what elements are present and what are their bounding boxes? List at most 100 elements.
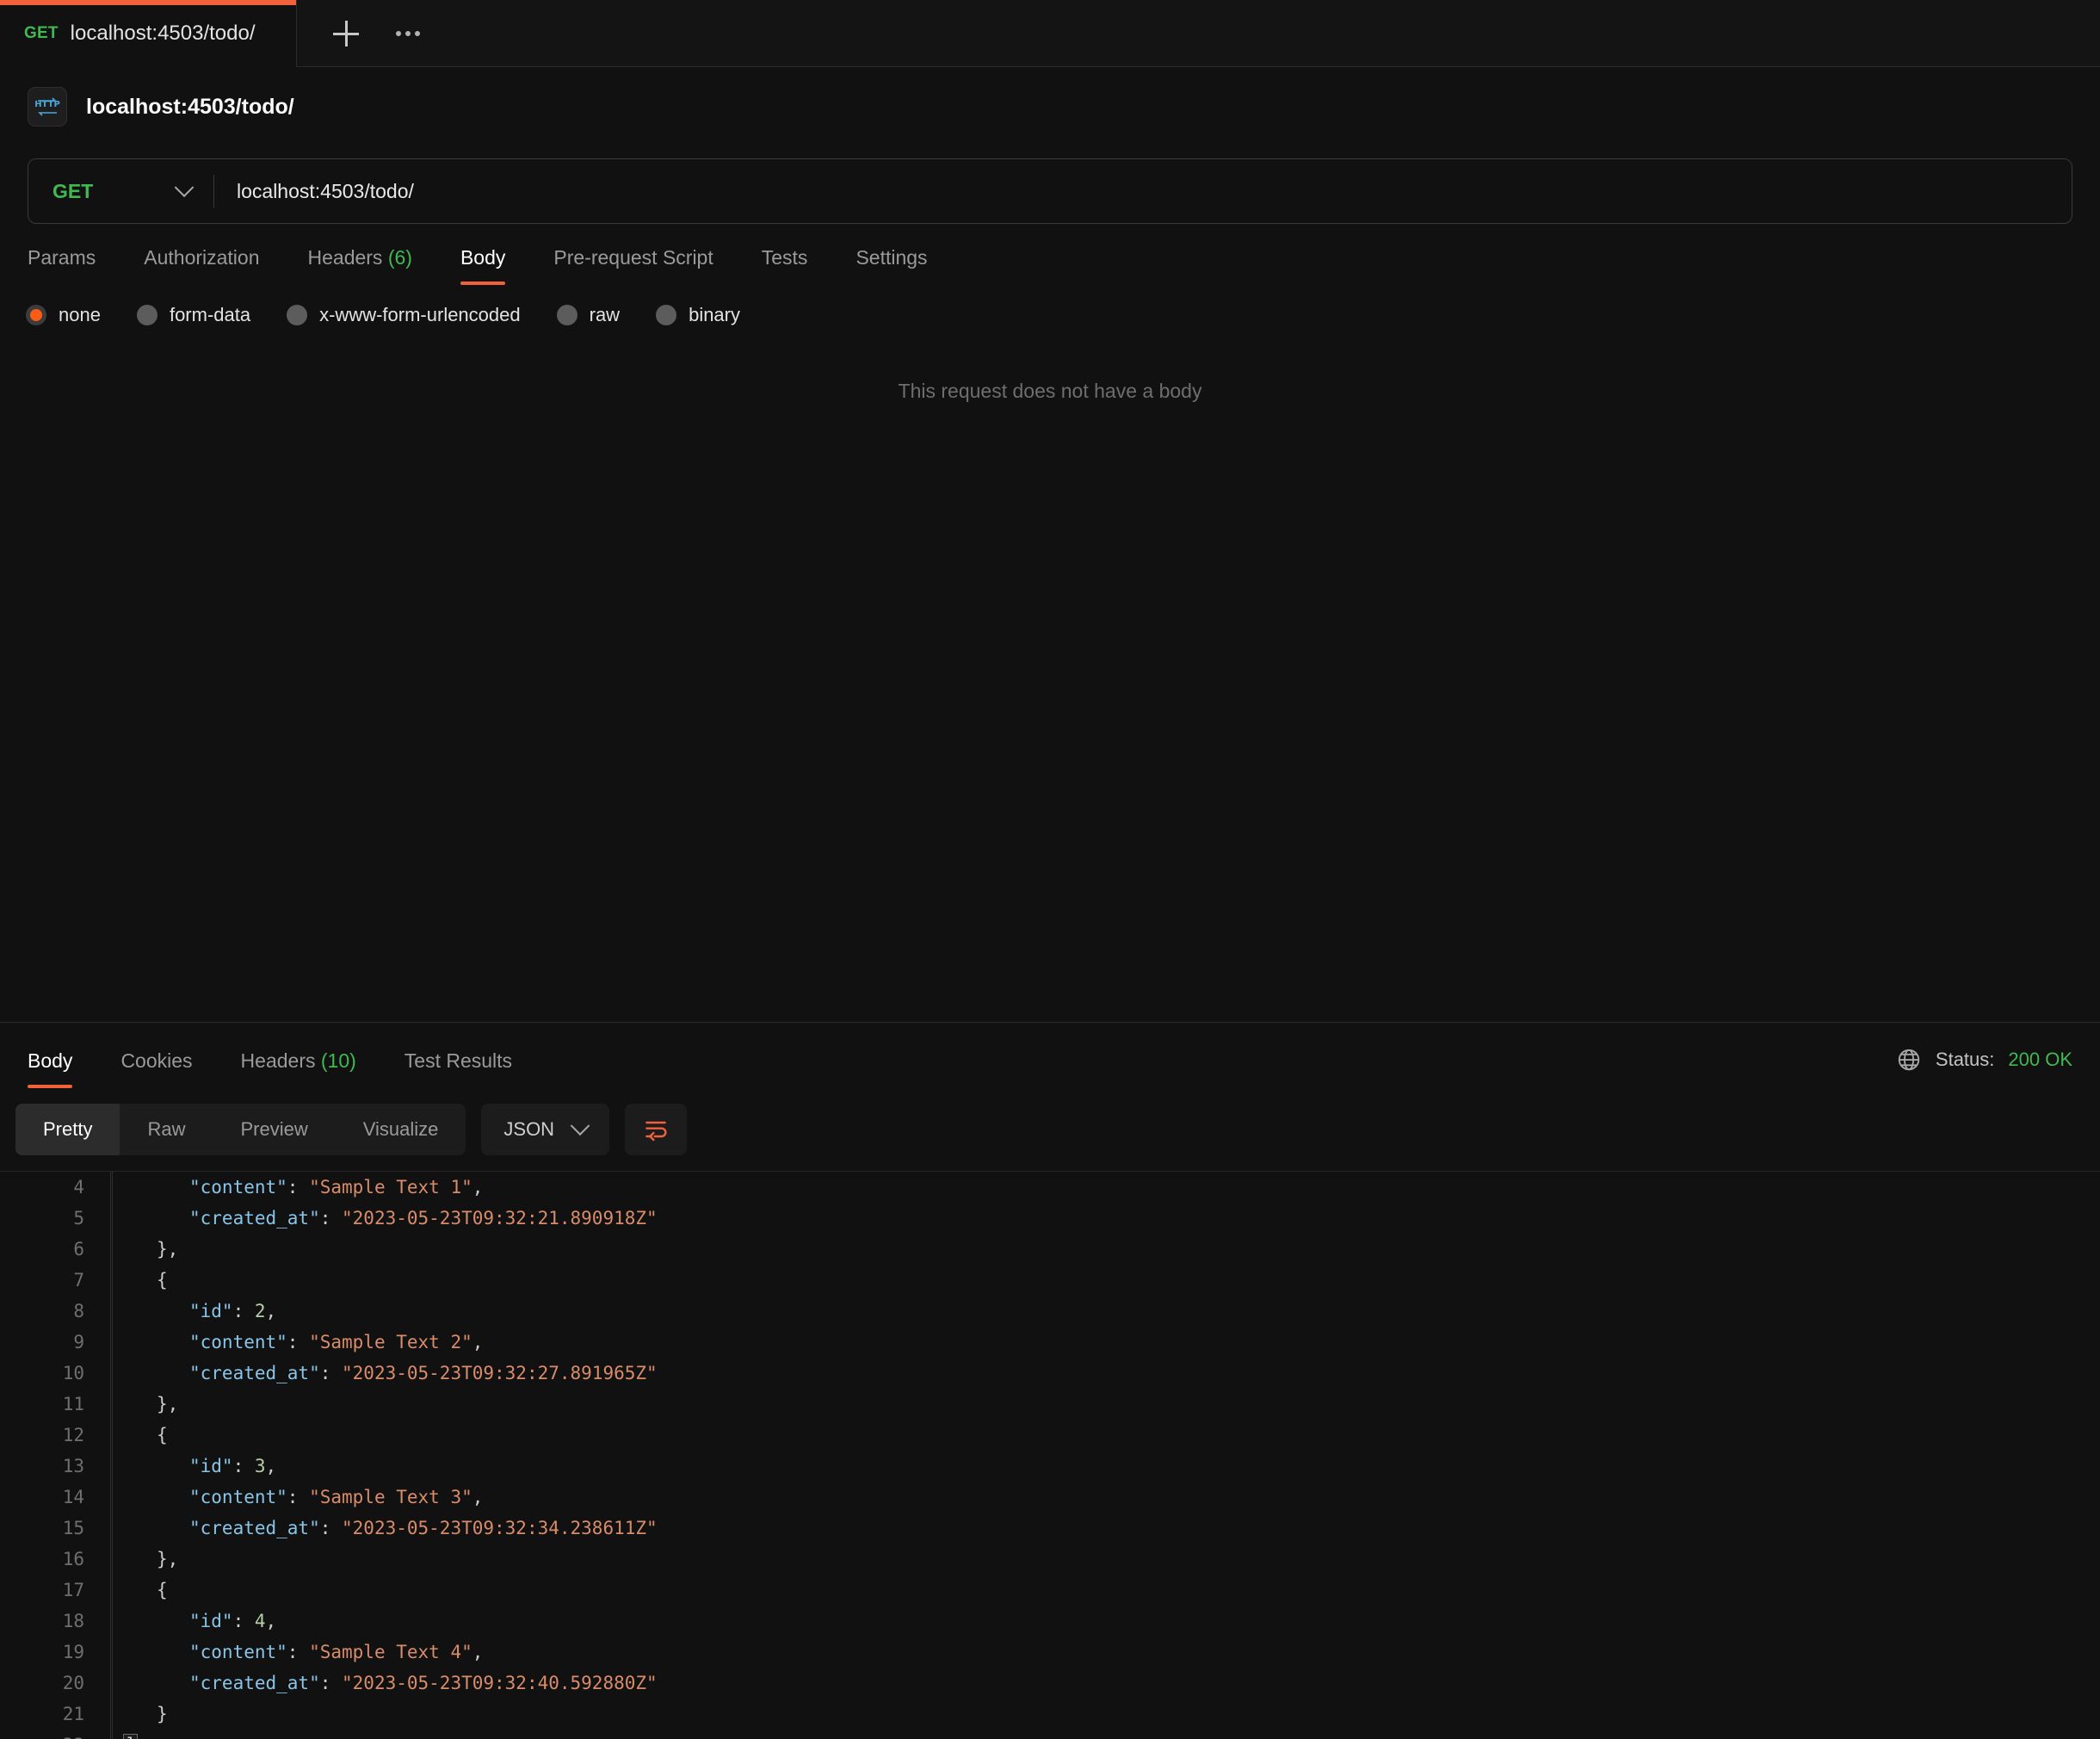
body-type-binary-label: binary	[689, 304, 740, 326]
status-badge: 200 OK	[2008, 1049, 2072, 1071]
new-tab-button[interactable]	[319, 7, 373, 60]
line-number: 8	[0, 1301, 93, 1321]
chevron-down-icon	[175, 177, 195, 197]
body-type-urlencoded[interactable]: x-www-form-urlencoded	[287, 304, 557, 326]
response-tab-body-label: Body	[28, 1049, 72, 1072]
line-content: "id": 3,	[93, 1456, 276, 1476]
line-content: "content": "Sample Text 3",	[93, 1487, 483, 1507]
line-content: },	[93, 1394, 178, 1414]
code-token: :	[320, 1208, 342, 1228]
code-token: 2	[255, 1301, 266, 1321]
word-wrap-button[interactable]	[625, 1104, 687, 1155]
view-mode-visualize[interactable]: Visualize	[336, 1104, 466, 1155]
tab-headers[interactable]: Headers (6)	[284, 246, 436, 285]
code-token: ,	[472, 1332, 484, 1352]
tab-options-button[interactable]	[381, 7, 435, 60]
response-code-lines: 4"content": "Sample Text 1",5"created_at…	[0, 1172, 2100, 1739]
code-token: :	[233, 1611, 255, 1631]
radio-urlencoded-icon	[287, 305, 307, 325]
code-line: 16},	[0, 1544, 2100, 1575]
view-mode-preview[interactable]: Preview	[213, 1104, 335, 1155]
code-token: :	[287, 1487, 309, 1507]
code-token: "Sample Text 4"	[309, 1642, 472, 1662]
tab-strip: GET localhost:4503/todo/	[0, 0, 2100, 67]
line-content: "content": "Sample Text 2",	[93, 1332, 483, 1352]
request-body-area: This request does not have a body	[0, 326, 2100, 1022]
body-type-urlencoded-label: x-www-form-urlencoded	[319, 304, 521, 326]
code-line: 21}	[0, 1699, 2100, 1730]
tab-authorization[interactable]: Authorization	[120, 246, 283, 285]
code-token: ,	[472, 1177, 484, 1197]
code-token: 4	[255, 1611, 266, 1631]
line-content: "created_at": "2023-05-23T09:32:27.89196…	[93, 1363, 658, 1383]
tab-body-label: Body	[460, 246, 505, 269]
code-token: "content"	[189, 1487, 287, 1507]
code-line: 9"content": "Sample Text 2",	[0, 1327, 2100, 1358]
tab-title-label: localhost:4503/todo/	[71, 22, 256, 46]
body-type-none-label: none	[59, 304, 101, 326]
body-type-binary[interactable]: binary	[656, 304, 776, 326]
code-line: 5"created_at": "2023-05-23T09:32:21.8909…	[0, 1203, 2100, 1234]
code-token: :	[320, 1363, 342, 1383]
code-token: "2023-05-23T09:32:34.238611Z"	[342, 1518, 658, 1538]
response-body-viewer[interactable]: 4"content": "Sample Text 1",5"created_at…	[0, 1171, 2100, 1739]
line-content: "created_at": "2023-05-23T09:32:34.23861…	[93, 1518, 658, 1538]
tab-tests-label: Tests	[762, 246, 808, 269]
url-input[interactable]: localhost:4503/todo/	[214, 159, 2072, 223]
url-bar-container: GET localhost:4503/todo/	[0, 146, 2100, 224]
tab-pre-request-script[interactable]: Pre-request Script	[529, 246, 737, 285]
response-tab-body[interactable]: Body	[28, 1049, 96, 1088]
radio-none-icon	[26, 305, 46, 325]
line-number: 11	[0, 1394, 93, 1414]
response-status: Status: 200 OK	[1896, 1047, 2072, 1088]
code-token: :	[233, 1456, 255, 1476]
request-tab-item[interactable]: GET localhost:4503/todo/	[0, 0, 297, 67]
line-number: 5	[0, 1208, 93, 1228]
body-type-none[interactable]: none	[26, 304, 137, 326]
tab-pre-request-script-label: Pre-request Script	[553, 246, 713, 269]
plus-icon	[333, 21, 359, 46]
globe-icon	[1896, 1047, 1922, 1073]
code-token: },	[157, 1394, 178, 1414]
code-token: ,	[472, 1487, 484, 1507]
line-number: 18	[0, 1611, 93, 1631]
code-token: "id"	[189, 1301, 233, 1321]
response-language-select[interactable]: JSON	[481, 1104, 609, 1155]
tab-settings[interactable]: Settings	[831, 246, 951, 285]
line-content: }	[93, 1704, 168, 1724]
code-token: },	[157, 1549, 178, 1569]
tab-params[interactable]: Params	[28, 246, 120, 285]
indent-guide	[112, 1172, 113, 1739]
response-tabs-row: Body Cookies Headers (10) Test Results S…	[0, 1023, 2100, 1088]
view-mode-pretty[interactable]: Pretty	[15, 1104, 120, 1155]
code-line: 13"id": 3,	[0, 1451, 2100, 1482]
body-type-raw[interactable]: raw	[557, 304, 656, 326]
response-tab-headers-label: Headers	[241, 1049, 316, 1072]
response-tab-test-results-label: Test Results	[405, 1049, 512, 1072]
code-token: "Sample Text 1"	[309, 1177, 472, 1197]
response-tab-headers[interactable]: Headers (10)	[217, 1049, 380, 1088]
response-tab-cookies-label: Cookies	[120, 1049, 192, 1072]
request-header: HTTP localhost:4503/todo/	[0, 67, 2100, 146]
body-type-radio-group: none form-data x-www-form-urlencoded raw…	[0, 285, 2100, 326]
code-line: 17{	[0, 1575, 2100, 1606]
view-mode-preview-label: Preview	[240, 1118, 307, 1141]
line-number: 19	[0, 1642, 93, 1662]
response-tab-cookies[interactable]: Cookies	[96, 1049, 216, 1088]
code-line: 19"content": "Sample Text 4",	[0, 1637, 2100, 1668]
view-mode-visualize-label: Visualize	[363, 1118, 439, 1141]
tab-tests[interactable]: Tests	[738, 246, 832, 285]
line-content: {	[93, 1580, 168, 1600]
code-line: 4"content": "Sample Text 1",	[0, 1172, 2100, 1203]
http-method-select[interactable]: GET	[28, 159, 213, 223]
status-label: Status:	[1936, 1049, 1994, 1071]
response-view-mode-group: Pretty Raw Preview Visualize	[15, 1104, 466, 1155]
code-token: :	[287, 1642, 309, 1662]
response-tab-test-results[interactable]: Test Results	[380, 1049, 536, 1088]
tab-headers-count: (6)	[388, 246, 412, 269]
body-type-form-data[interactable]: form-data	[137, 304, 287, 326]
tab-body[interactable]: Body	[436, 246, 529, 285]
code-token: :	[287, 1177, 309, 1197]
view-mode-pretty-label: Pretty	[43, 1118, 92, 1141]
view-mode-raw[interactable]: Raw	[120, 1104, 213, 1155]
